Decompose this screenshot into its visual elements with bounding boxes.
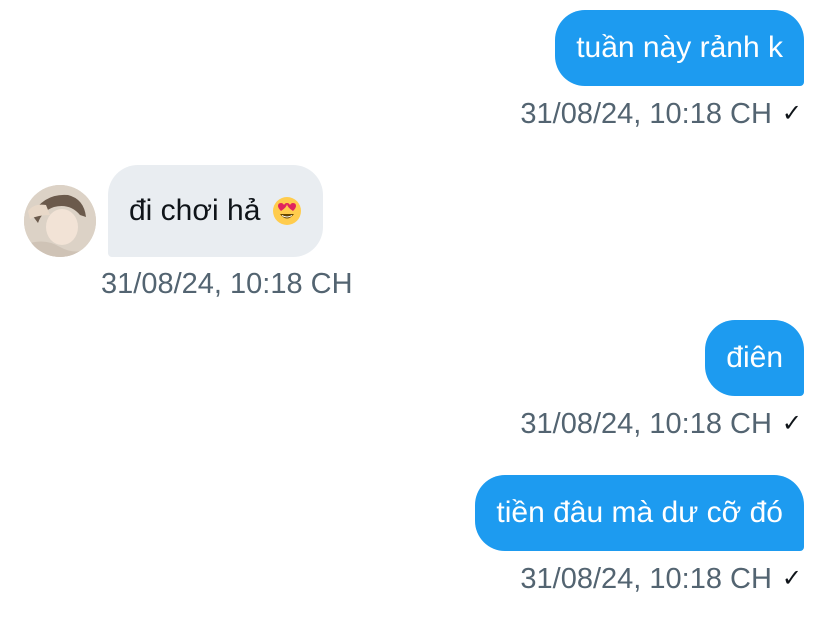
incoming-message-bubble[interactable]: đi chơi hả bbox=[108, 165, 324, 257]
avatar-image bbox=[24, 185, 96, 257]
avatar[interactable] bbox=[24, 185, 96, 257]
message-text: đi chơi hả bbox=[129, 194, 261, 227]
message-timestamp: 31/08/24, 10:18 CH bbox=[520, 408, 772, 440]
message-timestamp: 31/08/24, 10:18 CH bbox=[520, 98, 772, 130]
message-text: điên bbox=[726, 341, 783, 374]
message-meta: 31/08/24, 10:18 CH ✓ bbox=[520, 97, 802, 131]
message-meta: 31/08/24, 10:18 CH ✓ bbox=[520, 407, 802, 441]
message-timestamp: 31/08/24, 10:18 CH bbox=[520, 563, 772, 595]
checkmark-icon: ✓ bbox=[781, 410, 802, 437]
heart-eyes-emoji-icon bbox=[273, 197, 302, 225]
message-text: tiền đâu mà dư cỡ đó bbox=[496, 496, 783, 529]
message-meta: 31/08/24, 10:18 CH ✓ bbox=[520, 562, 802, 596]
outgoing-message-bubble[interactable]: tiền đâu mà dư cỡ đó bbox=[475, 475, 804, 551]
message-text: tuần này rảnh k bbox=[576, 31, 783, 64]
outgoing-message-bubble[interactable]: điên bbox=[705, 320, 804, 396]
message-timestamp: 31/08/24, 10:18 CH bbox=[101, 268, 353, 300]
message-meta: 31/08/24, 10:18 CH bbox=[101, 267, 353, 301]
checkmark-icon: ✓ bbox=[781, 100, 802, 127]
outgoing-message-bubble[interactable]: tuần này rảnh k bbox=[555, 10, 804, 86]
checkmark-icon: ✓ bbox=[781, 565, 802, 592]
